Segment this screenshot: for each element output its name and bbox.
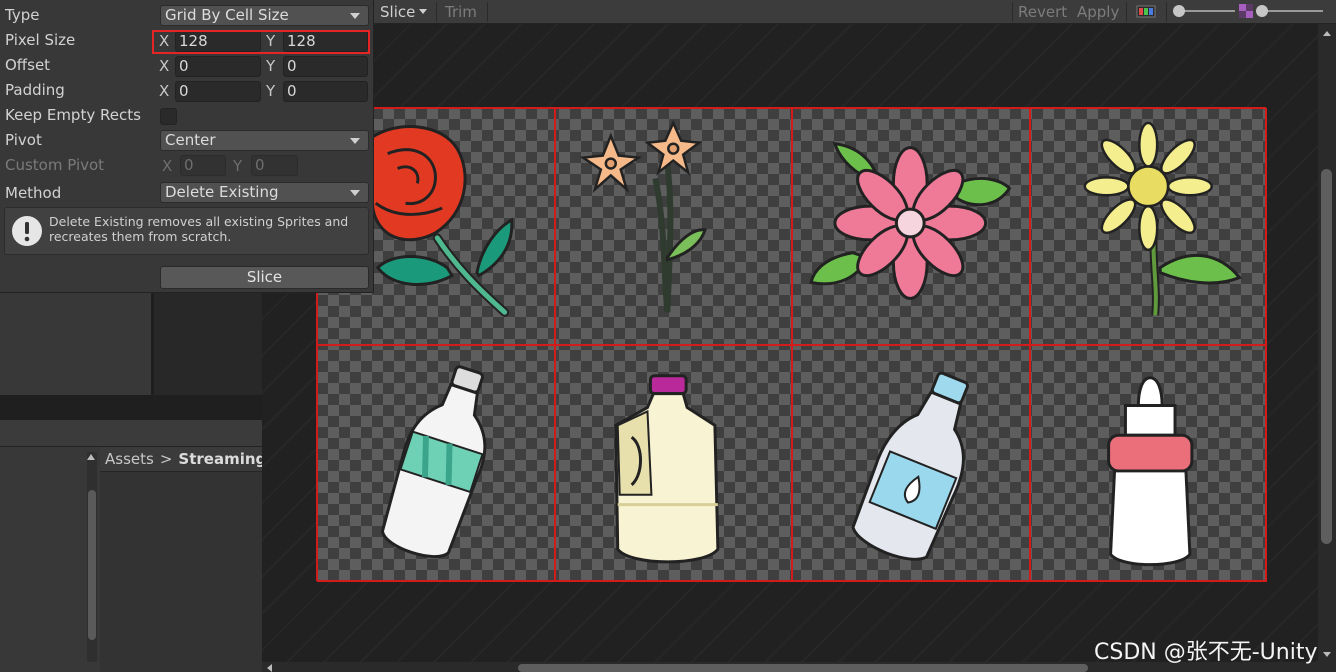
scroll-up-icon[interactable] — [1323, 31, 1331, 36]
slice-settings-panel: Type Grid By Cell Size Pixel Size X 128 … — [0, 0, 374, 293]
mip-slider-track[interactable] — [1261, 10, 1323, 12]
method-label: Method — [5, 184, 62, 202]
chevron-down-icon — [350, 138, 360, 144]
slice-button[interactable]: Slice — [160, 266, 369, 289]
sprite-cell-baby-bottle[interactable] — [1029, 345, 1267, 582]
sprite-cell-daisy[interactable] — [1029, 108, 1267, 345]
color-channel-icon[interactable] — [1136, 5, 1156, 18]
scroll-down-icon[interactable] — [1323, 652, 1331, 657]
padding-y-label: Y — [266, 82, 276, 100]
breadcrumb: Assets > StreamingA — [100, 447, 262, 472]
hierarchy-pane — [0, 293, 262, 395]
pivot-dropdown[interactable]: Center — [160, 130, 369, 151]
sprite-cell-plastic-bottle[interactable] — [792, 345, 1030, 582]
padding-x-label: X — [159, 82, 170, 100]
method-help-text: Delete Existing removes all existing Spr… — [49, 214, 349, 244]
sprite-cell-milk-jug[interactable] — [554, 345, 792, 582]
apply-button[interactable]: Apply — [1072, 0, 1124, 24]
offset-y-label: Y — [266, 57, 276, 75]
trim-button[interactable]: Trim — [440, 0, 482, 24]
pivot-label: Pivot — [5, 131, 42, 149]
scroll-left-icon[interactable] — [267, 664, 272, 672]
canvas-vertical-scrollbar[interactable] — [1318, 24, 1336, 664]
sprite-cell-pink-flower[interactable] — [792, 108, 1030, 345]
breadcrumb-separator: > — [159, 450, 173, 468]
custom-pivot-y-label: Y — [233, 157, 243, 175]
sprite-cell-water-bottle[interactable] — [317, 345, 555, 582]
zoom-slider-track[interactable] — [1179, 10, 1235, 12]
breadcrumb-assets[interactable]: Assets — [105, 450, 154, 468]
sprite-sheet[interactable] — [316, 107, 1267, 582]
milk-jug-icon — [613, 374, 719, 564]
pixel-size-highlight — [152, 30, 370, 54]
info-icon — [11, 215, 43, 247]
mip-slider-handle[interactable] — [1256, 5, 1268, 17]
type-dropdown[interactable]: Grid By Cell Size — [160, 5, 369, 26]
scroll-up-icon[interactable] — [87, 454, 95, 460]
offset-x-field[interactable]: 0 — [175, 56, 261, 77]
folder-tree-scrollbar[interactable] — [84, 452, 98, 662]
method-dropdown[interactable]: Delete Existing — [160, 182, 369, 203]
method-help-box: Delete Existing removes all existing Spr… — [4, 207, 369, 255]
canvas-horizontal-scroll-thumb[interactable] — [518, 664, 1088, 672]
revert-button[interactable]: Revert — [1013, 0, 1072, 24]
offset-label: Offset — [5, 56, 51, 74]
project-assets-area: Assets > StreamingA — [100, 447, 262, 672]
sprite-editor-canvas[interactable] — [262, 24, 1318, 664]
sprite-editor-toolbar: Slice Trim Revert Apply — [373, 0, 1336, 24]
chevron-down-icon — [350, 13, 360, 19]
chevron-down-icon — [350, 190, 360, 196]
mip-level-icon — [1239, 4, 1253, 18]
project-window-toolbar — [0, 420, 262, 447]
keep-empty-rects-checkbox[interactable] — [160, 108, 177, 125]
lily-flower-icon — [578, 119, 707, 313]
folder-tree-scroll-thumb[interactable] — [88, 490, 96, 640]
custom-pivot-label: Custom Pivot — [5, 156, 105, 174]
water-bottle-icon — [380, 365, 487, 558]
daisy-icon — [1083, 121, 1242, 316]
plastic-bottle-icon — [851, 371, 970, 561]
canvas-vertical-scroll-thumb[interactable] — [1321, 169, 1332, 544]
sprite-cell-lily[interactable] — [554, 108, 792, 345]
type-label: Type — [5, 6, 40, 24]
pixel-size-label: Pixel Size — [5, 31, 76, 49]
custom-pivot-y-field: 0 — [251, 155, 298, 176]
offset-x-label: X — [159, 57, 170, 75]
padding-x-field[interactable]: 0 — [175, 81, 261, 102]
custom-pivot-x-label: X — [162, 157, 173, 175]
project-window-tabbar — [0, 395, 262, 420]
pink-flower-icon — [809, 141, 1012, 300]
padding-y-field[interactable]: 0 — [283, 81, 368, 102]
offset-y-field[interactable]: 0 — [283, 56, 368, 77]
keep-empty-rects-label: Keep Empty Rects — [5, 106, 141, 124]
chevron-down-icon — [419, 9, 428, 14]
slice-menu-button[interactable]: Slice — [375, 0, 432, 24]
custom-pivot-x-field: 0 — [180, 155, 226, 176]
breadcrumb-current[interactable]: StreamingA — [178, 450, 262, 468]
baby-bottle-icon — [1106, 376, 1193, 567]
padding-label: Padding — [5, 81, 65, 99]
csdn-watermark: CSDN @张不无-Unity — [1094, 640, 1318, 665]
zoom-slider-handle[interactable] — [1173, 5, 1185, 17]
